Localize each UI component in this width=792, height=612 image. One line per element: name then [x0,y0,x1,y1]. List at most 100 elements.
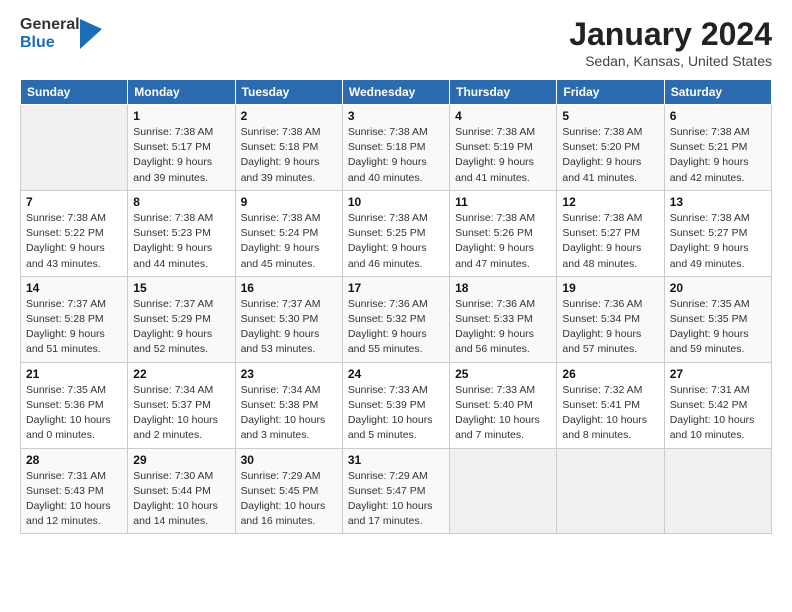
calendar-cell: 24 Sunrise: 7:33 AMSunset: 5:39 PMDayligh… [342,362,449,448]
day-info: Sunrise: 7:38 AMSunset: 5:21 PMDaylight:… [670,125,766,186]
calendar-cell: 12 Sunrise: 7:38 AMSunset: 5:27 PMDayligh… [557,190,664,276]
day-number: 21 [26,367,122,381]
logo: General Blue [20,16,102,51]
calendar-cell: 18 Sunrise: 7:36 AMSunset: 5:33 PMDayligh… [450,276,557,362]
day-info: Sunrise: 7:38 AMSunset: 5:18 PMDaylight:… [241,125,337,186]
day-info: Sunrise: 7:35 AMSunset: 5:35 PMDaylight:… [670,297,766,358]
calendar-cell: 9Sunrise: 7:38 AMSunset: 5:24 PMDaylight… [235,190,342,276]
day-info: Sunrise: 7:37 AMSunset: 5:29 PMDaylight:… [133,297,229,358]
day-info: Sunrise: 7:36 AMSunset: 5:32 PMDaylight:… [348,297,444,358]
day-info: Sunrise: 7:38 AMSunset: 5:26 PMDaylight:… [455,211,551,272]
title-block: January 2024 Sedan, Kansas, United State… [569,16,772,69]
day-info: Sunrise: 7:33 AMSunset: 5:39 PMDaylight:… [348,383,444,444]
calendar-cell: 27 Sunrise: 7:31 AMSunset: 5:42 PMDayligh… [664,362,771,448]
logo-line2: Blue [20,34,80,52]
day-info: Sunrise: 7:30 AMSunset: 5:44 PMDaylight:… [133,469,229,530]
day-header-saturday: Saturday [664,80,771,105]
day-info: Sunrise: 7:38 AMSunset: 5:18 PMDaylight:… [348,125,444,186]
calendar-cell: 28Sunrise: 7:31 AMSunset: 5:43 PMDayligh… [21,448,128,534]
day-info: Sunrise: 7:34 AMSunset: 5:37 PMDaylight:… [133,383,229,444]
day-header-tuesday: Tuesday [235,80,342,105]
day-number: 24 [348,367,444,381]
calendar-cell: 31Sunrise: 7:29 AMSunset: 5:47 PMDayligh… [342,448,449,534]
day-number: 15 [133,281,229,295]
week-row-2: 7Sunrise: 7:38 AMSunset: 5:22 PMDaylight… [21,190,772,276]
day-info: Sunrise: 7:38 AMSunset: 5:20 PMDaylight:… [562,125,658,186]
calendar-cell: 14Sunrise: 7:37 AMSunset: 5:28 PMDayligh… [21,276,128,362]
day-number: 30 [241,453,337,467]
calendar-cell: 26 Sunrise: 7:32 AMSunset: 5:41 PMDayligh… [557,362,664,448]
day-number: 3 [348,109,444,123]
day-info: Sunrise: 7:36 AMSunset: 5:34 PMDaylight:… [562,297,658,358]
day-number: 27 [670,367,766,381]
day-number: 29 [133,453,229,467]
logo-icon [80,19,102,49]
day-number: 28 [26,453,122,467]
calendar-cell: 17Sunrise: 7:36 AMSunset: 5:32 PMDayligh… [342,276,449,362]
day-info: Sunrise: 7:32 AMSunset: 5:41 PMDaylight:… [562,383,658,444]
calendar-cell: 23 Sunrise: 7:34 AMSunset: 5:38 PMDayligh… [235,362,342,448]
calendar-cell [557,448,664,534]
day-info: Sunrise: 7:38 AMSunset: 5:24 PMDaylight:… [241,211,337,272]
calendar-body: 1 Sunrise: 7:38 AMSunset: 5:17 PMDaylight… [21,105,772,534]
week-row-5: 28Sunrise: 7:31 AMSunset: 5:43 PMDayligh… [21,448,772,534]
day-number: 1 [133,109,229,123]
day-info: Sunrise: 7:38 AMSunset: 5:17 PMDaylight:… [133,125,229,186]
day-number: 7 [26,195,122,209]
day-info: Sunrise: 7:38 AMSunset: 5:19 PMDaylight:… [455,125,551,186]
day-number: 18 [455,281,551,295]
day-info: Sunrise: 7:36 AMSunset: 5:33 PMDaylight:… [455,297,551,358]
main-container: General Blue January 2024 Sedan, Kansas,… [0,0,792,544]
day-number: 8 [133,195,229,209]
calendar-header: SundayMondayTuesdayWednesdayThursdayFrid… [21,80,772,105]
page-subtitle: Sedan, Kansas, United States [569,53,772,69]
calendar-cell: 25 Sunrise: 7:33 AMSunset: 5:40 PMDayligh… [450,362,557,448]
calendar-cell: 3 Sunrise: 7:38 AMSunset: 5:18 PMDaylight… [342,105,449,191]
calendar-cell: 7Sunrise: 7:38 AMSunset: 5:22 PMDaylight… [21,190,128,276]
day-number: 23 [241,367,337,381]
calendar-table: SundayMondayTuesdayWednesdayThursdayFrid… [20,79,772,534]
day-number: 2 [241,109,337,123]
day-info: Sunrise: 7:38 AMSunset: 5:25 PMDaylight:… [348,211,444,272]
day-info: Sunrise: 7:33 AMSunset: 5:40 PMDaylight:… [455,383,551,444]
calendar-cell: 16 Sunrise: 7:37 AMSunset: 5:30 PMDayligh… [235,276,342,362]
page-title: January 2024 [569,16,772,53]
calendar-cell: 1 Sunrise: 7:38 AMSunset: 5:17 PMDaylight… [128,105,235,191]
day-number: 5 [562,109,658,123]
calendar-cell: 11 Sunrise: 7:38 AMSunset: 5:26 PMDayligh… [450,190,557,276]
calendar-cell: 20Sunrise: 7:35 AMSunset: 5:35 PMDayligh… [664,276,771,362]
day-number: 12 [562,195,658,209]
calendar-cell: 10 Sunrise: 7:38 AMSunset: 5:25 PMDayligh… [342,190,449,276]
logo-text: General Blue [20,16,80,51]
day-number: 31 [348,453,444,467]
day-header-monday: Monday [128,80,235,105]
week-row-1: 1 Sunrise: 7:38 AMSunset: 5:17 PMDaylight… [21,105,772,191]
day-info: Sunrise: 7:38 AMSunset: 5:23 PMDaylight:… [133,211,229,272]
day-info: Sunrise: 7:37 AMSunset: 5:30 PMDaylight:… [241,297,337,358]
day-info: Sunrise: 7:31 AMSunset: 5:42 PMDaylight:… [670,383,766,444]
calendar-cell: 13Sunrise: 7:38 AMSunset: 5:27 PMDayligh… [664,190,771,276]
day-number: 26 [562,367,658,381]
day-number: 11 [455,195,551,209]
calendar-cell: 29 Sunrise: 7:30 AMSunset: 5:44 PMDayligh… [128,448,235,534]
calendar-cell: 19Sunrise: 7:36 AMSunset: 5:34 PMDayligh… [557,276,664,362]
day-header-wednesday: Wednesday [342,80,449,105]
day-number: 16 [241,281,337,295]
calendar-cell [664,448,771,534]
day-info: Sunrise: 7:29 AMSunset: 5:45 PMDaylight:… [241,469,337,530]
calendar-cell: 21Sunrise: 7:35 AMSunset: 5:36 PMDayligh… [21,362,128,448]
day-info: Sunrise: 7:34 AMSunset: 5:38 PMDaylight:… [241,383,337,444]
calendar-cell: 5 Sunrise: 7:38 AMSunset: 5:20 PMDaylight… [557,105,664,191]
day-header-friday: Friday [557,80,664,105]
day-number: 10 [348,195,444,209]
calendar-cell: 6 Sunrise: 7:38 AMSunset: 5:21 PMDaylight… [664,105,771,191]
days-header-row: SundayMondayTuesdayWednesdayThursdayFrid… [21,80,772,105]
day-number: 25 [455,367,551,381]
calendar-cell: 2 Sunrise: 7:38 AMSunset: 5:18 PMDaylight… [235,105,342,191]
day-number: 13 [670,195,766,209]
week-row-3: 14Sunrise: 7:37 AMSunset: 5:28 PMDayligh… [21,276,772,362]
day-info: Sunrise: 7:37 AMSunset: 5:28 PMDaylight:… [26,297,122,358]
day-header-sunday: Sunday [21,80,128,105]
day-number: 6 [670,109,766,123]
day-info: Sunrise: 7:38 AMSunset: 5:27 PMDaylight:… [562,211,658,272]
